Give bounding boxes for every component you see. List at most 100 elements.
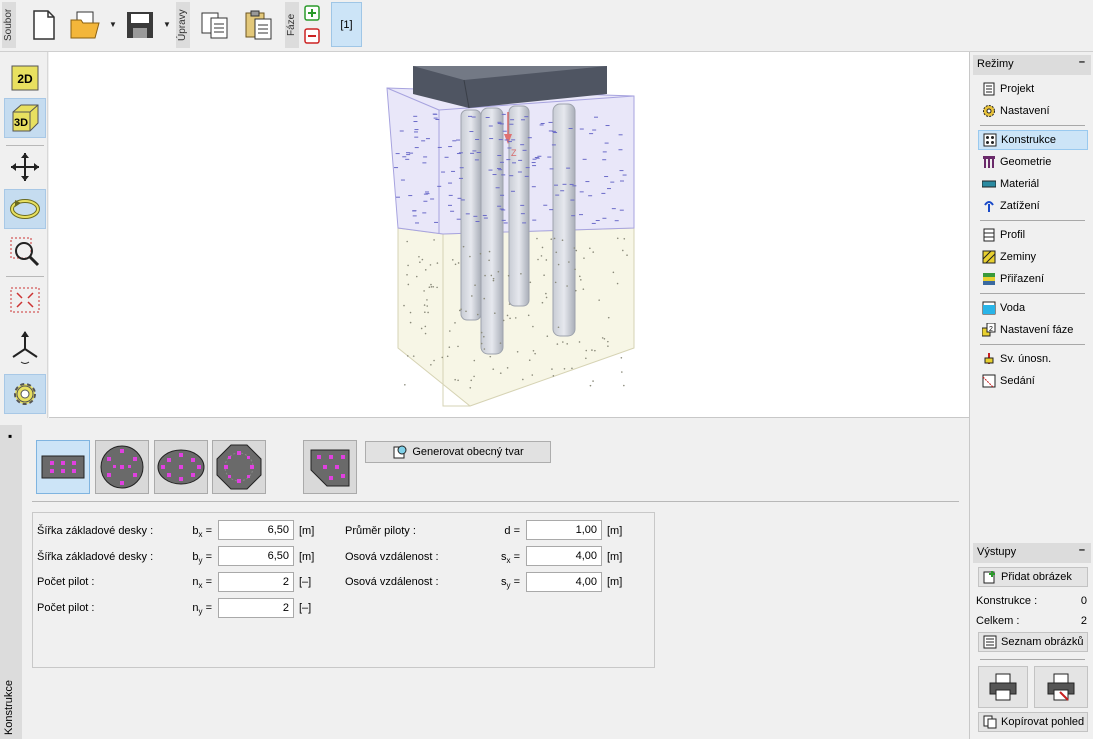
soil-dot-mark [514, 317, 517, 319]
zoom-icon [10, 237, 40, 267]
printer-icon [989, 673, 1017, 701]
top-toolbar: Soubor ▼ ▼ Úpravy Fáze [1] [0, 0, 1093, 52]
celkem-count-label: Celkem : [976, 615, 1020, 627]
soil-dot-mark [476, 313, 479, 316]
shape-rectangle-button[interactable] [36, 440, 90, 494]
modes-collapse-button[interactable]: – [1079, 56, 1085, 68]
soil-dot-mark [454, 322, 456, 324]
print-button[interactable] [978, 666, 1028, 708]
soil-dot-mark [536, 237, 538, 240]
d-unit: [m] [607, 525, 623, 537]
generate-general-shape-button[interactable]: Generovat obecný tvar [365, 441, 551, 463]
soil-dot-mark [469, 386, 472, 389]
panel-pin-icon[interactable]: ▪ [8, 429, 12, 443]
soil-dot-mark [492, 277, 495, 280]
svg-text:2D: 2D [17, 72, 33, 86]
mode-sv-unosn[interactable]: Sv. únosn. [978, 349, 1088, 369]
rotate-button[interactable] [4, 189, 46, 229]
mode-nastaveni-faze[interactable]: 2 Nastavení fáze [978, 320, 1088, 340]
shape-octagon-button[interactable] [212, 440, 266, 494]
soil-dot-mark [623, 237, 626, 240]
mode-zeminy[interactable]: Zeminy [978, 247, 1088, 267]
ny-input[interactable]: 2 [218, 598, 294, 618]
soil-dot-mark [460, 308, 462, 310]
mode-konstrukce[interactable]: Konstrukce [978, 130, 1088, 150]
mode-prirazeni[interactable]: Přiřazení [978, 269, 1088, 289]
octagonal-cap-icon [216, 444, 262, 490]
mode-nastaveni[interactable]: Nastavení [978, 101, 1088, 121]
open-file-button[interactable] [68, 6, 102, 44]
soil-dot-mark [575, 249, 578, 252]
soil-dot-mark [506, 314, 509, 317]
new-file-icon [33, 10, 55, 40]
soil-dot-mark [404, 383, 406, 386]
soil-dot-mark [424, 269, 427, 271]
by-input[interactable]: 6,50 [218, 546, 294, 566]
shape-circle-button[interactable] [95, 440, 149, 494]
image-list-button[interactable]: Seznam obrázků [978, 632, 1088, 652]
svg-text:3D: 3D [14, 117, 28, 129]
shape-general-button[interactable] [303, 440, 357, 494]
soil-dot-mark [598, 299, 600, 301]
3d-view-canvas[interactable]: Z [49, 52, 969, 418]
view-2d-button[interactable]: 2D [4, 58, 46, 98]
new-file-button[interactable] [27, 6, 61, 44]
soil-dot-mark [436, 262, 439, 264]
soil-dot-mark [573, 247, 576, 249]
soil-dot-mark [458, 309, 461, 312]
mode-sedani[interactable]: Sedání [978, 371, 1088, 391]
soil-dot-mark [499, 372, 502, 374]
nx-input[interactable]: 2 [218, 572, 294, 592]
bx-input[interactable]: 6,50 [218, 520, 294, 540]
soil-dot-mark [406, 355, 409, 357]
add-image-button[interactable]: Přidat obrázek [978, 567, 1088, 587]
view-tools-column: 2D 3D [0, 52, 48, 418]
konstrukce-count-value: 0 [1080, 595, 1087, 607]
outputs-collapse-button[interactable]: – [1079, 544, 1085, 556]
sy-input[interactable]: 4,00 [526, 572, 602, 592]
zoom-extents-button[interactable] [4, 280, 46, 320]
soil-dot-mark [527, 314, 530, 317]
soil-dot-mark [430, 286, 433, 288]
paste-data-button[interactable] [242, 6, 276, 44]
general-polygon-cap-icon [310, 449, 350, 487]
soil-dot-mark [407, 283, 410, 286]
shape-ellipse-button[interactable] [154, 440, 208, 494]
add-phase-button[interactable] [304, 5, 320, 21]
copy-data-button[interactable] [198, 6, 232, 44]
pan-button[interactable] [4, 147, 46, 187]
rectangular-cap-icon [41, 455, 85, 479]
view-3d-button[interactable]: 3D [4, 98, 46, 138]
save-icon [127, 12, 153, 38]
zoom-window-button[interactable] [4, 232, 46, 272]
d-input[interactable]: 1,00 [526, 520, 602, 540]
copy-view-button[interactable]: Kopírovat pohled [978, 712, 1088, 732]
sx-input[interactable]: 4,00 [526, 546, 602, 566]
soil-dot-mark [601, 337, 604, 339]
sx-label: Osová vzdálenost : [345, 551, 439, 563]
soil-dot-mark [428, 286, 431, 289]
soil-dot-mark [479, 252, 482, 255]
rotate-icon [10, 199, 40, 219]
konstrukce-panel-tab[interactable]: ▪ Konstrukce [0, 425, 22, 739]
save-button[interactable] [123, 6, 157, 44]
phase-1-button[interactable]: [1] [331, 2, 362, 47]
print-preview-button[interactable] [1034, 666, 1088, 708]
bearing-icon [982, 352, 996, 366]
soil-dot-mark [449, 330, 451, 332]
soil-dot-mark [454, 378, 456, 381]
mode-zatizeni[interactable]: Zatížení [978, 196, 1088, 216]
mode-profil[interactable]: Profil [978, 225, 1088, 245]
mode-voda[interactable]: Voda [978, 298, 1088, 318]
view-settings-button[interactable] [4, 374, 46, 414]
d-label: Průměr piloty : [345, 525, 416, 537]
open-dropdown-icon[interactable]: ▼ [109, 20, 117, 29]
mode-projekt[interactable]: Projekt [978, 79, 1088, 99]
axes-button[interactable] [4, 327, 46, 367]
remove-phase-button[interactable] [304, 28, 320, 44]
soil-dot-mark [446, 355, 449, 358]
bx-unit: [m] [299, 525, 315, 537]
mode-geometrie[interactable]: Geometrie [978, 152, 1088, 172]
save-dropdown-icon[interactable]: ▼ [163, 20, 171, 29]
mode-material[interactable]: Materiál [978, 174, 1088, 194]
